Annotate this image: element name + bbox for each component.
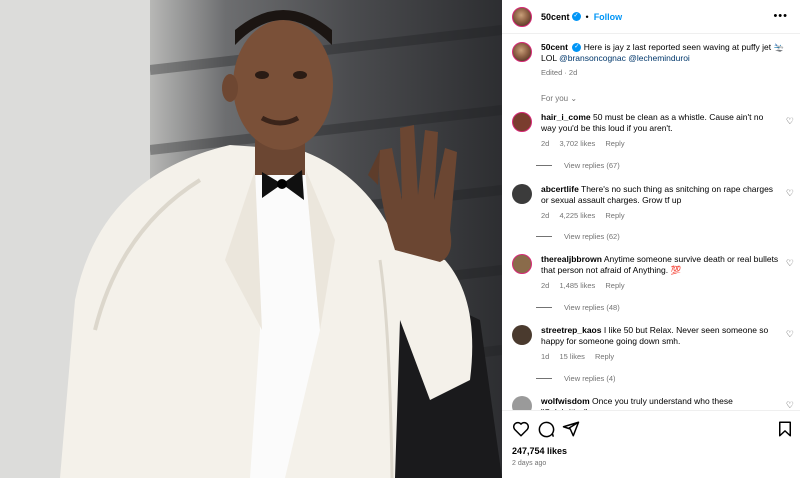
commenter-username[interactable]: streetrep_kaos: [541, 325, 601, 335]
comment-like-count[interactable]: 1,485 likes: [559, 281, 595, 290]
divider-line: [536, 236, 552, 237]
post-side-panel: 50cent ✓ • Follow ••• 50cent ✓ Here is j…: [502, 0, 800, 478]
divider-line: [536, 165, 552, 166]
commenter-username[interactable]: therealjbbrown: [541, 254, 602, 264]
commenter-avatar[interactable]: [512, 184, 532, 204]
commenter-username[interactable]: hair_i_come: [541, 112, 591, 122]
commenter-avatar[interactable]: [512, 112, 532, 132]
post-like-count[interactable]: 247,754 likes: [512, 446, 567, 456]
heart-icon[interactable]: ♡: [786, 329, 794, 340]
view-replies-label: View replies (67): [564, 161, 620, 170]
post-timestamp: 2 days ago: [512, 460, 547, 467]
post-actions-bar: 247,754 likes 2 days ago: [502, 410, 800, 478]
caption-username[interactable]: 50cent: [541, 42, 568, 52]
heart-icon[interactable]: ♡: [786, 400, 794, 410]
verified-badge-icon: ✓: [572, 43, 582, 53]
divider-line: [536, 307, 552, 308]
view-replies-button[interactable]: View replies (62): [536, 232, 620, 241]
verified-badge-icon: ✓: [571, 12, 581, 21]
commenter-avatar[interactable]: [512, 396, 532, 410]
more-options-icon[interactable]: •••: [773, 10, 788, 22]
separator-dot: •: [585, 11, 589, 22]
divider-line: [536, 378, 552, 379]
commenter-username[interactable]: wolfwisdom: [541, 396, 590, 406]
caption-author-avatar[interactable]: [512, 42, 532, 62]
reply-button[interactable]: Reply: [605, 211, 624, 220]
comment-time: 2d: [541, 139, 550, 148]
comment-time: 2d: [541, 281, 550, 290]
reply-button[interactable]: Reply: [595, 352, 614, 361]
commenter-avatar[interactable]: [512, 325, 532, 345]
share-icon[interactable]: [562, 420, 580, 438]
heart-icon[interactable]: [512, 420, 530, 438]
view-replies-label: View replies (48): [564, 303, 620, 312]
comment-item: therealjbbrown Anytime someone survive d…: [512, 254, 800, 291]
commenter-avatar[interactable]: [512, 254, 532, 274]
post-caption: 50cent ✓ Here is jay z last reported see…: [512, 42, 792, 78]
view-replies-button[interactable]: View replies (48): [536, 303, 620, 312]
instagram-post-view: 50cent ✓ • Follow ••• 50cent ✓ Here is j…: [0, 0, 800, 478]
post-header: 50cent ✓ • Follow •••: [502, 0, 800, 34]
caption-mention-link[interactable]: @bransoncognac: [559, 53, 626, 63]
caption-edited-meta: Edited · 2d: [541, 68, 578, 77]
reply-button[interactable]: Reply: [605, 139, 624, 148]
comment-icon[interactable]: [537, 420, 555, 438]
author-username[interactable]: 50cent: [541, 12, 570, 22]
heart-icon[interactable]: ♡: [786, 188, 794, 199]
comment-time: 2d: [541, 211, 550, 220]
comment-sort-dropdown[interactable]: For you ⌄: [541, 94, 577, 103]
follow-button[interactable]: Follow: [594, 12, 623, 22]
commenter-username[interactable]: abcertlife: [541, 184, 579, 194]
view-replies-button[interactable]: View replies (4): [536, 374, 616, 383]
heart-icon[interactable]: ♡: [786, 258, 794, 269]
comment-item: streetrep_kaos I like 50 but Relax. Neve…: [512, 325, 800, 362]
comments-scroll-area[interactable]: 50cent ✓ Here is jay z last reported see…: [502, 34, 800, 410]
view-replies-button[interactable]: View replies (67): [536, 161, 620, 170]
comment-like-count[interactable]: 4,225 likes: [559, 211, 595, 220]
view-replies-label: View replies (62): [564, 232, 620, 241]
post-photo[interactable]: [0, 0, 502, 478]
author-avatar[interactable]: [512, 6, 532, 27]
comment-like-count[interactable]: 3,702 likes: [559, 139, 595, 148]
view-replies-label: View replies (4): [564, 374, 616, 383]
reply-button[interactable]: Reply: [605, 281, 624, 290]
comment-item: wolfwisdom Once you truly understand who…: [512, 396, 800, 410]
bookmark-icon[interactable]: [776, 420, 794, 438]
post-photo-illustration: [0, 0, 502, 478]
comment-item: abcertlife There's no such thing as snit…: [512, 184, 800, 221]
comment-item: hair_i_come 50 must be clean as a whistl…: [512, 112, 800, 149]
comment-time: 1d: [541, 352, 550, 361]
caption-mention-link[interactable]: @lecheminduroi: [628, 53, 690, 63]
comment-like-count[interactable]: 15 likes: [559, 352, 584, 361]
heart-icon[interactable]: ♡: [786, 116, 794, 127]
